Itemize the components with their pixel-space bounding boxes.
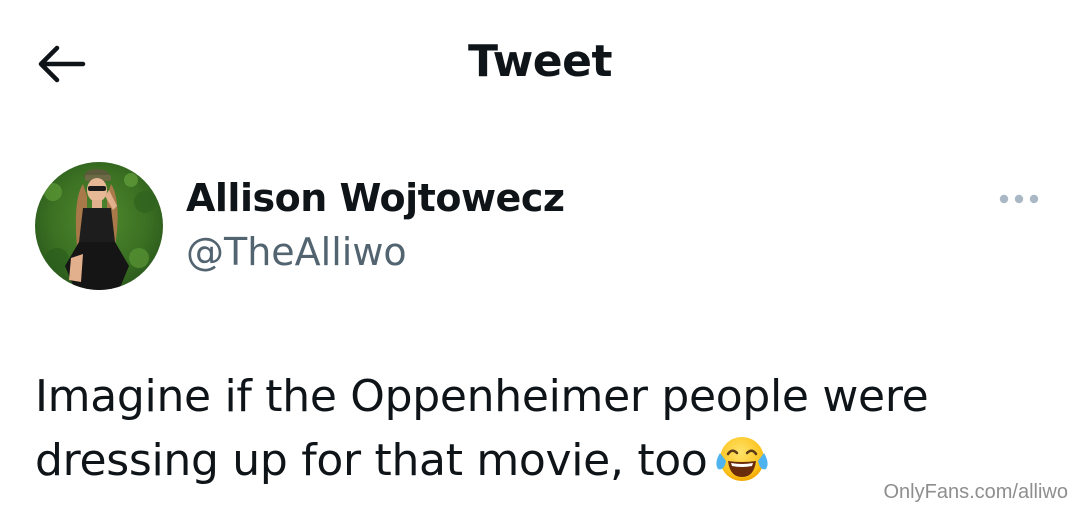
page-title: Tweet xyxy=(467,36,613,87)
author-display-name[interactable]: Allison Wojtowecz xyxy=(186,176,565,220)
profile-photo xyxy=(35,162,163,290)
more-horizontal-icon xyxy=(999,194,1039,204)
author-handle[interactable]: @TheAlliwo xyxy=(186,230,407,274)
more-options-button[interactable] xyxy=(996,184,1042,214)
tweet-detail-page: Tweet Allison Wojtowecz @TheAlliwo Imagi… xyxy=(0,0,1080,516)
tweet-text: Imagine if the Oppenheimer people were d… xyxy=(35,365,995,503)
avatar[interactable] xyxy=(35,162,163,290)
tweet-body: Imagine if the Oppenheimer people were d… xyxy=(35,371,929,486)
face-with-tears-of-joy-icon xyxy=(714,433,770,503)
watermark: OnlyFans.com/alliwo xyxy=(883,481,1068,503)
